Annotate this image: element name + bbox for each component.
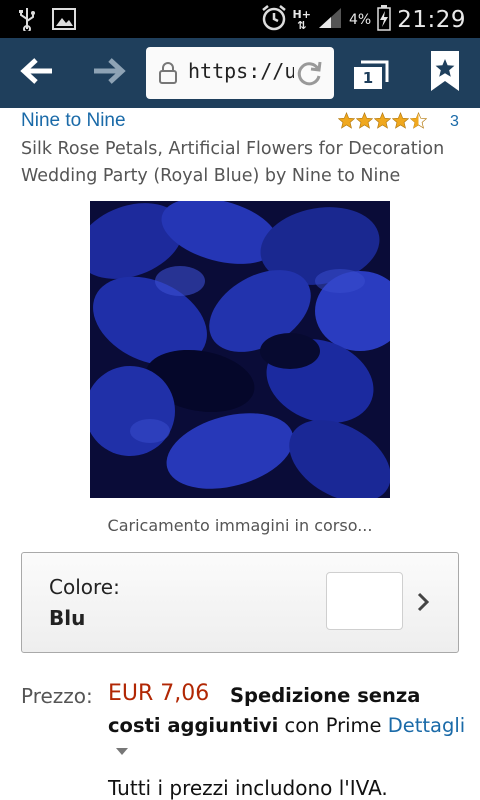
network-hplus-icon: H+ ⇅ [292, 8, 311, 32]
product-image[interactable] [90, 201, 390, 498]
brand-link[interactable]: Nine to Nine [21, 110, 126, 132]
network-label: H+ [292, 8, 311, 21]
tab-count: 1 [362, 69, 374, 87]
chevron-right-icon [416, 591, 430, 617]
arrow-right-icon [92, 57, 126, 89]
color-value: Blu [49, 606, 86, 630]
shipping-bold-2: costi aggiuntivi [108, 714, 279, 737]
back-button[interactable] [8, 46, 66, 100]
lock-icon [158, 61, 178, 89]
arrow-left-icon [20, 57, 54, 89]
caret-down-icon[interactable] [116, 748, 128, 755]
reload-icon[interactable] [294, 58, 324, 92]
clock-time: 21:29 [397, 7, 466, 33]
alarm-icon [261, 4, 287, 36]
star-icon [337, 111, 356, 133]
rose-petals-image [90, 201, 390, 498]
price-value: EUR 7,06 [108, 681, 210, 706]
signal-icon [317, 6, 343, 34]
forward-button[interactable] [80, 46, 138, 100]
color-selector[interactable]: Colore: Blu [21, 552, 459, 653]
price-label: Prezzo: [21, 684, 93, 708]
url-text: https://u [188, 59, 294, 83]
image-icon [52, 8, 76, 34]
image-loading-text: Caricamento immagini in corso... [107, 516, 373, 535]
shipping-plain: con Prime [278, 714, 388, 737]
star-icon [373, 111, 392, 133]
usb-icon [18, 7, 36, 35]
color-swatch [326, 572, 403, 630]
star-icon [355, 111, 374, 133]
star-icon [391, 111, 410, 133]
color-label: Colore: [49, 575, 120, 599]
vat-note: Tutti i prezzi includono l'IVA. [108, 776, 388, 800]
bookmarks-button[interactable] [416, 46, 474, 100]
battery-charging-icon [377, 5, 391, 35]
product-page: Nine to Nine 3 Silk Rose Petals, Artific… [0, 108, 480, 800]
shipping-text-2: costi aggiuntivi con Prime Dettagli [108, 714, 465, 737]
details-link[interactable]: Dettagli [388, 714, 465, 737]
status-bar: H+ ⇅ 4% 21:29 [0, 0, 480, 38]
tabs-icon: 1 [351, 56, 391, 90]
rating-count[interactable]: 3 [450, 113, 459, 131]
tabs-button[interactable]: 1 [342, 46, 400, 100]
half-star-icon [409, 111, 428, 133]
rating-stars[interactable] [337, 111, 428, 133]
bookmark-star-icon [428, 49, 462, 97]
browser-toolbar: https://u 1 [0, 38, 480, 108]
product-title: Silk Rose Petals, Artificial Flowers for… [21, 139, 445, 186]
battery-percent: 4% [348, 12, 372, 28]
shipping-text-1: Spedizione senza [230, 684, 421, 707]
url-bar[interactable]: https://u [146, 47, 334, 99]
